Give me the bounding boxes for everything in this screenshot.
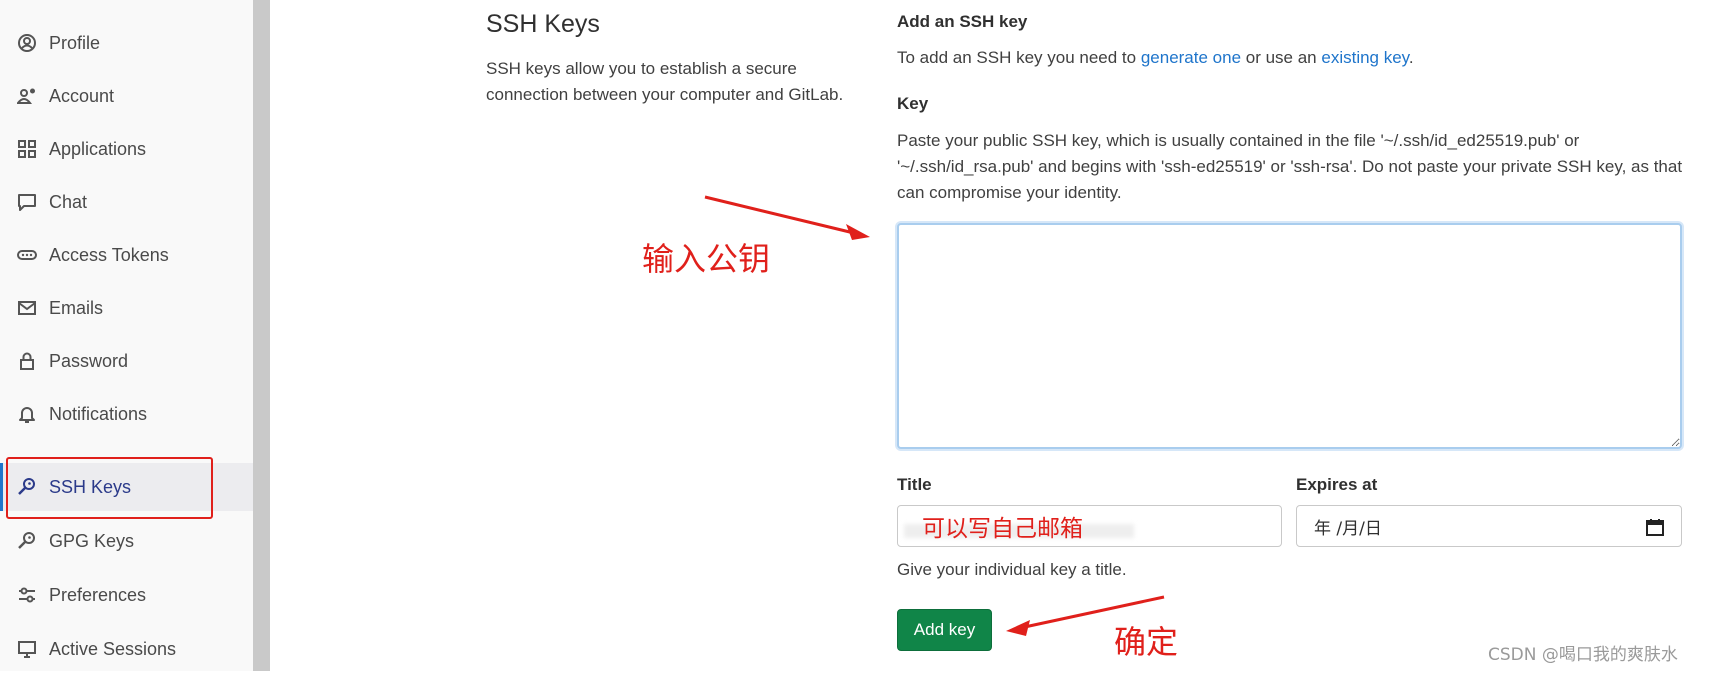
calendar-icon[interactable] [1645, 517, 1665, 537]
sidebar-item-label: Account [49, 85, 115, 106]
sidebar-item-account[interactable]: Account [0, 72, 253, 120]
preferences-icon [15, 583, 39, 607]
sidebar: Profile Account Applications Chat Access… [0, 0, 253, 671]
title-label: Title [897, 475, 932, 494]
sidebar-item-label: Profile [49, 32, 101, 53]
key-label: Key [897, 94, 929, 113]
access-tokens-icon [15, 243, 39, 267]
sidebar-item-access-tokens[interactable]: Access Tokens [0, 231, 253, 279]
watermark: CSDN @喝口我的爽肤水 [1488, 645, 1678, 665]
sidebar-item-preferences[interactable]: Preferences [0, 571, 253, 619]
sidebar-item-notifications[interactable]: Notifications [0, 390, 253, 438]
sidebar-item-label: Emails [49, 297, 104, 318]
annotation-highlight-box [6, 457, 213, 519]
section-description: SSH keys allow you to establish a secure… [486, 59, 844, 104]
sidebar-item-profile[interactable]: Profile [0, 19, 253, 67]
bell-icon [15, 402, 39, 426]
sidebar-item-label: Chat [49, 191, 88, 212]
form-intro-prefix: To add an SSH key you need to [897, 48, 1141, 67]
sidebar-item-label: Preferences [49, 584, 147, 605]
applications-icon [15, 137, 39, 161]
page-title: SSH Keys [486, 10, 600, 38]
monitor-icon [15, 637, 39, 661]
sidebar-item-emails[interactable]: Emails [0, 284, 253, 332]
date-placeholder: 年 /月/日 [1314, 518, 1382, 539]
sidebar-item-label: Notifications [49, 403, 148, 424]
sidebar-item-label: GPG Keys [49, 530, 135, 551]
title-help-text: Give your individual key a title. [897, 560, 1127, 579]
mail-icon [15, 296, 39, 320]
key-help-text: Paste your public SSH key, which is usua… [897, 131, 1683, 202]
sidebar-item-applications[interactable]: Applications [0, 125, 253, 173]
sidebar-item-label: Access Tokens [49, 244, 169, 265]
form-intro-suffix: . [1408, 48, 1414, 67]
sidebar-item-password[interactable]: Password [0, 337, 253, 385]
expires-label: Expires at [1296, 475, 1378, 494]
active-indicator [0, 463, 3, 511]
form-intro-middle: or use an [1241, 48, 1322, 67]
add-key-button[interactable]: Add key [897, 609, 992, 651]
key-textarea[interactable] [897, 223, 1682, 449]
account-icon [15, 84, 39, 108]
form-heading: Add an SSH key [897, 12, 1028, 31]
confirm-annotation-label: 确定 [1114, 623, 1179, 661]
chat-icon [15, 190, 39, 214]
title-input[interactable]: 可以写自己邮箱 [897, 505, 1282, 547]
expires-date-input[interactable]: 年 /月/日 [1296, 505, 1682, 547]
lock-icon [15, 349, 39, 373]
key-annotation-label: 输入公钥 [642, 240, 771, 278]
sidebar-item-gpg-keys[interactable]: GPG Keys [0, 517, 253, 565]
key-icon [15, 529, 39, 553]
profile-icon [15, 31, 39, 55]
sidebar-item-active-sessions[interactable]: Active Sessions [0, 625, 253, 673]
sidebar-item-label: Applications [49, 138, 147, 159]
sidebar-item-label: Active Sessions [49, 638, 177, 659]
generate-one-link[interactable]: generate one [1141, 48, 1241, 67]
existing-key-link[interactable]: existing key [1321, 48, 1409, 67]
sidebar-item-chat[interactable]: Chat [0, 178, 253, 226]
sidebar-item-label: Password [49, 350, 129, 371]
title-annotation: 可以写自己邮箱 [922, 516, 1083, 542]
form-intro: To add an SSH key you need to generate o… [897, 45, 1414, 71]
sidebar-scrollbar[interactable] [253, 0, 270, 671]
